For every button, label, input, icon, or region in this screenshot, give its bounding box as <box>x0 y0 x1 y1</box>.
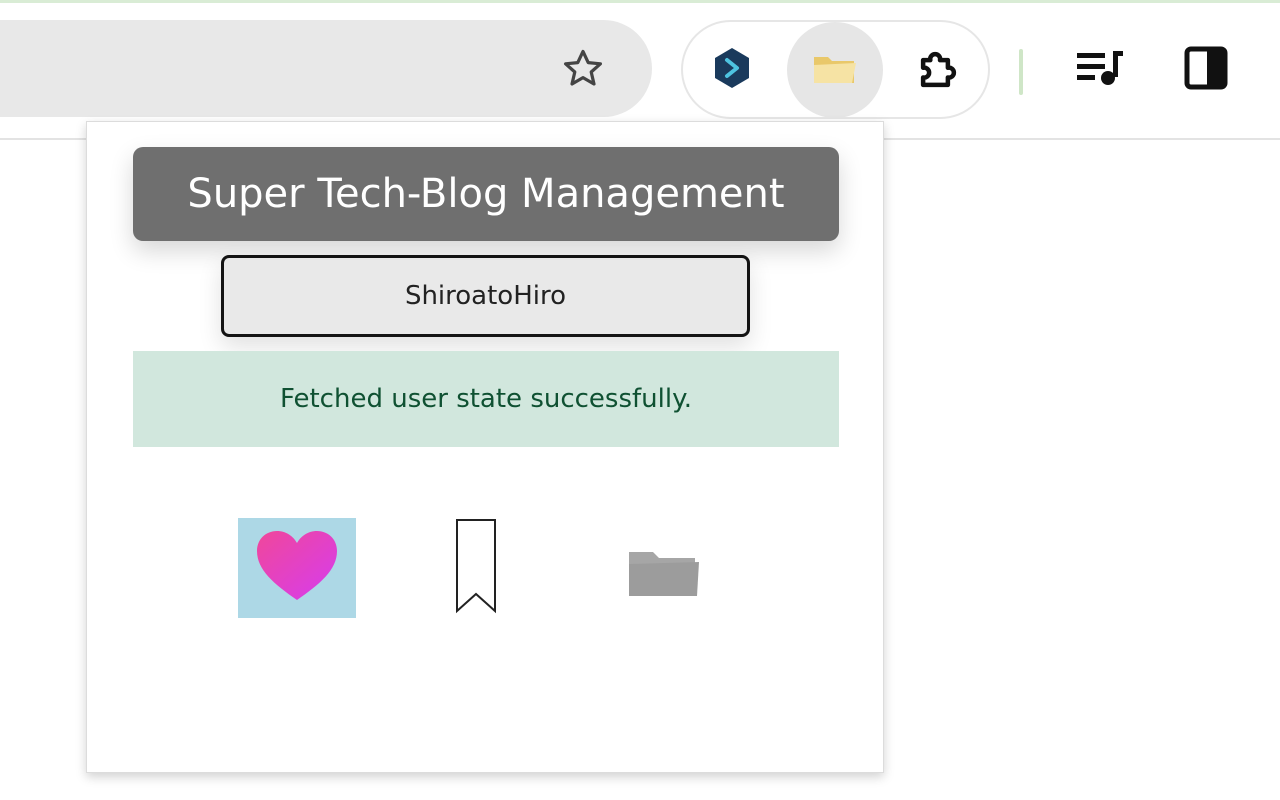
extensions-menu-button[interactable] <box>892 22 988 118</box>
star-icon <box>559 45 607 97</box>
bookmark-icon <box>455 518 497 618</box>
folder-button[interactable] <box>623 542 705 608</box>
toolbar-divider <box>1019 49 1023 95</box>
folder-extension-icon <box>812 49 858 91</box>
puzzle-extensions-icon <box>913 41 967 99</box>
folder-extension-button[interactable] <box>787 22 883 118</box>
extension-popup: Super Tech-Blog Management ShiroatoHiro … <box>86 121 884 773</box>
heart-icon <box>254 528 340 608</box>
side-panel-icon <box>1183 45 1229 95</box>
username-button[interactable]: ShiroatoHiro <box>221 255 750 337</box>
browser-toolbar <box>0 3 1280 140</box>
popup-title: Super Tech-Blog Management <box>133 147 839 241</box>
bookmark-star-button[interactable] <box>555 47 611 95</box>
hexagon-extension-button[interactable] <box>684 22 780 118</box>
status-message: Fetched user state successfully. <box>133 351 839 447</box>
media-queue-icon <box>1075 47 1125 93</box>
bookmark-button[interactable] <box>441 518 511 618</box>
side-panel-button[interactable] <box>1176 40 1236 100</box>
folder-icon <box>627 548 701 602</box>
hexagon-extension-icon <box>712 46 752 94</box>
media-queue-button[interactable] <box>1070 40 1130 100</box>
like-button[interactable] <box>238 518 356 618</box>
